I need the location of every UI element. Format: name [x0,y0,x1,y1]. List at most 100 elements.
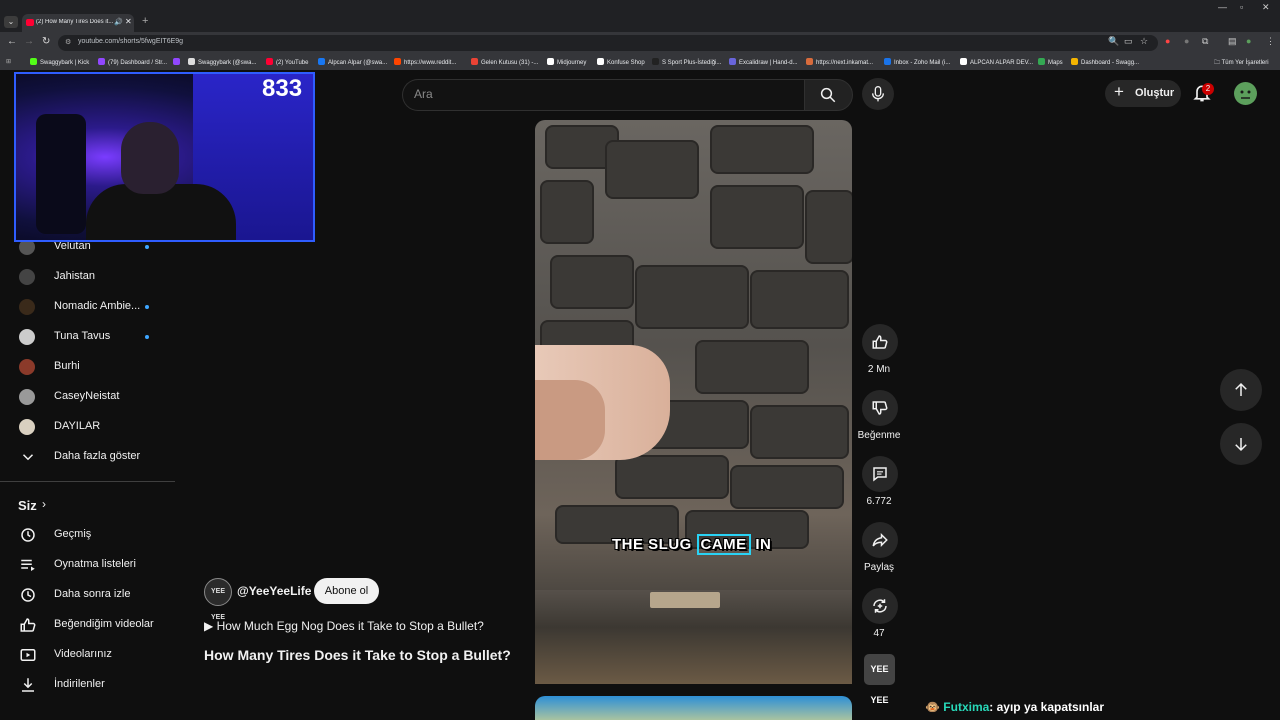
next-short-button[interactable] [1220,423,1262,465]
browser-tab-strip [0,0,1280,32]
cast-icon[interactable]: ▭ [1124,36,1133,47]
voice-search-button[interactable] [862,78,894,110]
bookmark-item[interactable]: Maps [1038,58,1063,66]
dislike-button[interactable] [862,390,898,426]
new-tab-button[interactable]: + [142,15,148,27]
video-metal-plate [650,592,720,608]
channel-thumbnail[interactable]: YEE YEE [864,654,895,705]
bookmark-item[interactable]: Swaggybark (@swa... [188,58,256,66]
extension-icon[interactable]: ● [1184,36,1189,46]
previous-short-button[interactable] [1220,369,1262,411]
channel-avatar [19,299,35,315]
browser-tab[interactable]: (2) How Many Tires Does it... 🔊 ✕ [22,14,134,32]
liked-videos-icon [20,618,36,632]
bookmark-item[interactable]: https://next.inkamat... [806,58,873,66]
bookmark-item[interactable]: (2) YouTube [266,58,308,66]
bookmark-item[interactable]: S Sport Plus-İstediği... [652,58,721,66]
share-button[interactable] [862,522,898,558]
sidebar-item-your-videos[interactable]: Videolarınız [0,640,175,670]
search-icon [820,87,836,103]
close-tab-icon[interactable]: ✕ [125,17,132,26]
search-input[interactable] [402,79,805,111]
zoom-icon[interactable]: 🔍 [1108,36,1119,47]
reload-icon[interactable]: ↻ [42,36,50,47]
site-info-icon[interactable]: ⚙ [65,38,71,46]
sidebar-item-subscription[interactable]: Tuna Tavus [0,322,175,352]
downloads-icon [22,678,34,692]
sidebar-icon[interactable]: ▤ [1228,36,1237,47]
tire-tread-block [635,265,749,329]
search-button[interactable] [804,79,853,111]
bookmark-item[interactable]: https://www.reddit... [394,58,456,66]
bookmark-item[interactable]: Konfuse Shop [597,58,645,66]
related-video-link[interactable]: ▶ How Much Egg Nog Does it Take to Stop … [204,619,484,633]
sidebar-item-subscription[interactable]: Jahistan [0,262,175,292]
bookmark-item[interactable]: ALPCAN ALPAR DEV... [960,58,1033,66]
sidebar-item-subscription[interactable]: DAYILAR [0,412,175,442]
channel-name[interactable]: @YeeYeeLife [237,584,311,598]
restore-icon[interactable]: ▫ [1240,2,1243,12]
tire-tread-block [730,465,844,509]
bookmark-item[interactable] [173,58,183,66]
next-short-preview[interactable] [535,696,852,720]
bookmark-favicon-icon [318,58,325,65]
tire-tread-block [750,405,849,459]
sidebar-item-watch-later[interactable]: Daha sonra izle [0,580,175,610]
bookmark-item[interactable]: Dashboard - Swagg... [1071,58,1139,66]
audio-icon[interactable]: 🔊 [114,18,123,26]
comment-count: 6.772 [866,496,892,507]
bookmark-favicon-icon [266,58,273,65]
bookmark-favicon-icon [884,58,891,65]
caption-highlight-word: CAME [696,534,751,555]
bookmark-item[interactable]: Excalidraw | Hand-d... [729,58,798,66]
window-close-icon[interactable]: ✕ [1262,2,1270,13]
stream-chat-message: 🐵 Futxima: ayıp ya kapatsınlar [925,700,1104,714]
sidebar-item-history[interactable]: Geçmiş [0,520,175,550]
your-videos-icon [20,649,36,661]
minimize-icon[interactable]: — [1218,2,1227,12]
like-button[interactable] [862,324,898,360]
channel-avatar[interactable]: YEE YEE [204,578,232,621]
back-icon[interactable]: ← [7,36,17,47]
bookmark-favicon-icon [30,58,37,65]
subscribe-button[interactable]: Abone ol [314,578,379,604]
sidebar-item-subscription[interactable]: Nomadic Ambie... [0,292,175,322]
extension-icon[interactable]: ● [1165,36,1170,46]
bookmark-favicon-icon [173,58,180,65]
sidebar-divider [0,481,175,482]
tab-search-button[interactable]: ⌄ [4,16,18,28]
address-bar[interactable] [58,35,1158,51]
bookmark-favicon-icon [597,58,604,65]
all-bookmarks[interactable]: 🗀 Tüm Yer İşaretleri [1214,58,1269,68]
extensions-puzzle-icon[interactable]: ⧉ [1202,36,1208,47]
bookmark-item[interactable]: (79) Dashboard / Str... [98,58,167,66]
bookmark-item[interactable]: Alpcan Alpar (@swa... [318,58,387,66]
sidebar-item-liked-videos[interactable]: Beğendiğim videolar [0,610,175,640]
sidebar-item-downloads[interactable]: İndirilenler [0,670,175,700]
bookmark-item[interactable]: Midjourney [547,58,586,66]
bookmark-item[interactable]: Swaggybark | Kick [30,58,89,66]
sidebar-item-subscription[interactable]: Burhi [0,352,175,382]
profile-icon[interactable]: ● [1246,36,1251,46]
bookmark-star-icon[interactable]: ☆ [1140,36,1148,47]
sidebar-show-more[interactable]: Daha fazla göster [0,442,175,472]
comments-button[interactable] [862,456,898,492]
remix-button[interactable] [862,588,898,624]
bookmark-favicon-icon [729,58,736,65]
bookmark-item[interactable]: Inbox - Zoho Mail (i... [884,58,950,66]
you-section-title[interactable]: Siz [18,498,37,513]
bookmark-item[interactable]: Gelen Kutusu (31) -... [471,58,538,66]
watch-later-icon [21,588,35,602]
bookmark-favicon-icon [547,58,554,65]
sidebar-item-subscription[interactable]: CaseyNeistat [0,382,175,412]
chevron-right-icon[interactable]: › [42,497,46,511]
account-avatar[interactable] [1234,82,1257,105]
sidebar-item-playlists[interactable]: Oynatma listeleri [0,550,175,580]
browser-menu-icon[interactable]: ⋮ [1266,36,1275,47]
forward-icon[interactable]: → [24,36,34,47]
tire-tread-block [550,255,634,309]
play-icon: ▶ [204,619,217,633]
webcam-chair [36,114,86,234]
apps-icon[interactable]: ⊞ [6,58,11,65]
url-text[interactable]: youtube.com/shorts/5fwgEIT6E9g [78,38,183,45]
